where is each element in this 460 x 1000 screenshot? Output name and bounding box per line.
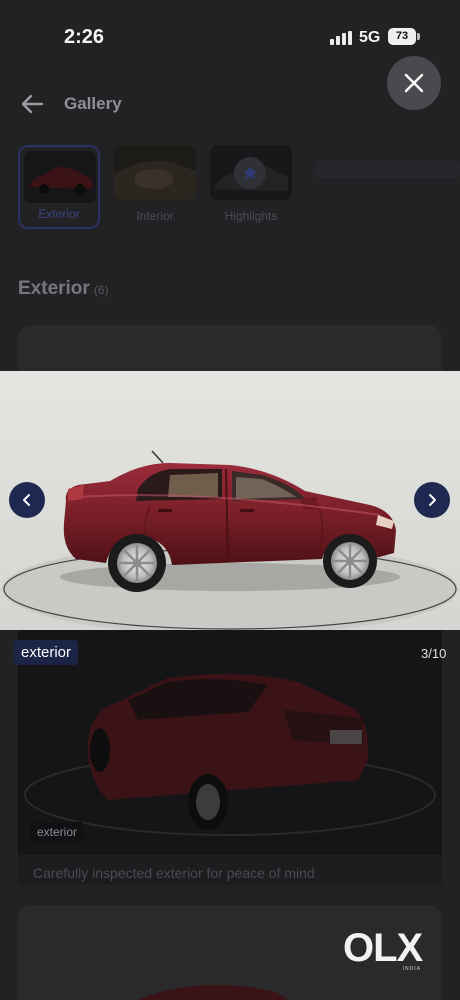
arrow-left-icon[interactable] (18, 91, 46, 117)
next-photo-button[interactable] (414, 482, 450, 518)
photo-viewer[interactable] (0, 371, 460, 630)
gallery-tabs: Exterior Interior Highlights (18, 145, 292, 229)
car-rear-photo: exterior (18, 630, 442, 855)
page-title: Gallery (64, 94, 122, 113)
tab-exterior[interactable]: Exterior (18, 145, 100, 229)
interior-thumbnail (114, 145, 196, 200)
highlights-thumbnail (210, 145, 292, 200)
tab-label: Highlights (224, 209, 278, 223)
signal-icon (330, 31, 352, 45)
tab-interior[interactable]: Interior (114, 145, 196, 229)
status-time: 2:26 (64, 26, 105, 48)
logo-subtext: INDIA (402, 966, 421, 972)
network-type: 5G (359, 29, 381, 46)
section-count: (6) (93, 283, 109, 297)
section-title: Exterior (18, 278, 90, 299)
chevron-right-icon (429, 494, 436, 506)
previous-photo-button[interactable] (9, 482, 45, 518)
gallery-card[interactable]: exterior (18, 630, 442, 885)
tab-strip-fade (315, 160, 460, 178)
battery-icon: 73 (388, 28, 420, 45)
photo-caption: Carefully inspected exterior for peace o… (33, 865, 315, 881)
tab-label: Interior (136, 209, 174, 223)
close-button[interactable] (387, 56, 441, 110)
exterior-thumbnail (24, 151, 96, 203)
star-icon (234, 157, 266, 189)
tab-label: Exterior (38, 207, 80, 221)
olx-logo: OLX INDIA (343, 928, 425, 972)
car-side-photo (0, 371, 460, 630)
logo-text: OLX (343, 926, 423, 970)
close-icon (404, 73, 424, 93)
chevron-left-icon (23, 494, 30, 506)
viewer-photo-tag: exterior (14, 640, 79, 665)
photo-tag: exterior (30, 822, 85, 842)
tab-highlights[interactable]: Highlights (210, 145, 292, 229)
status-bar: 2:26 5G 73 (0, 0, 460, 70)
photo-counter: 3/10 (421, 646, 447, 661)
section-heading: Exterior (6) (18, 278, 108, 300)
